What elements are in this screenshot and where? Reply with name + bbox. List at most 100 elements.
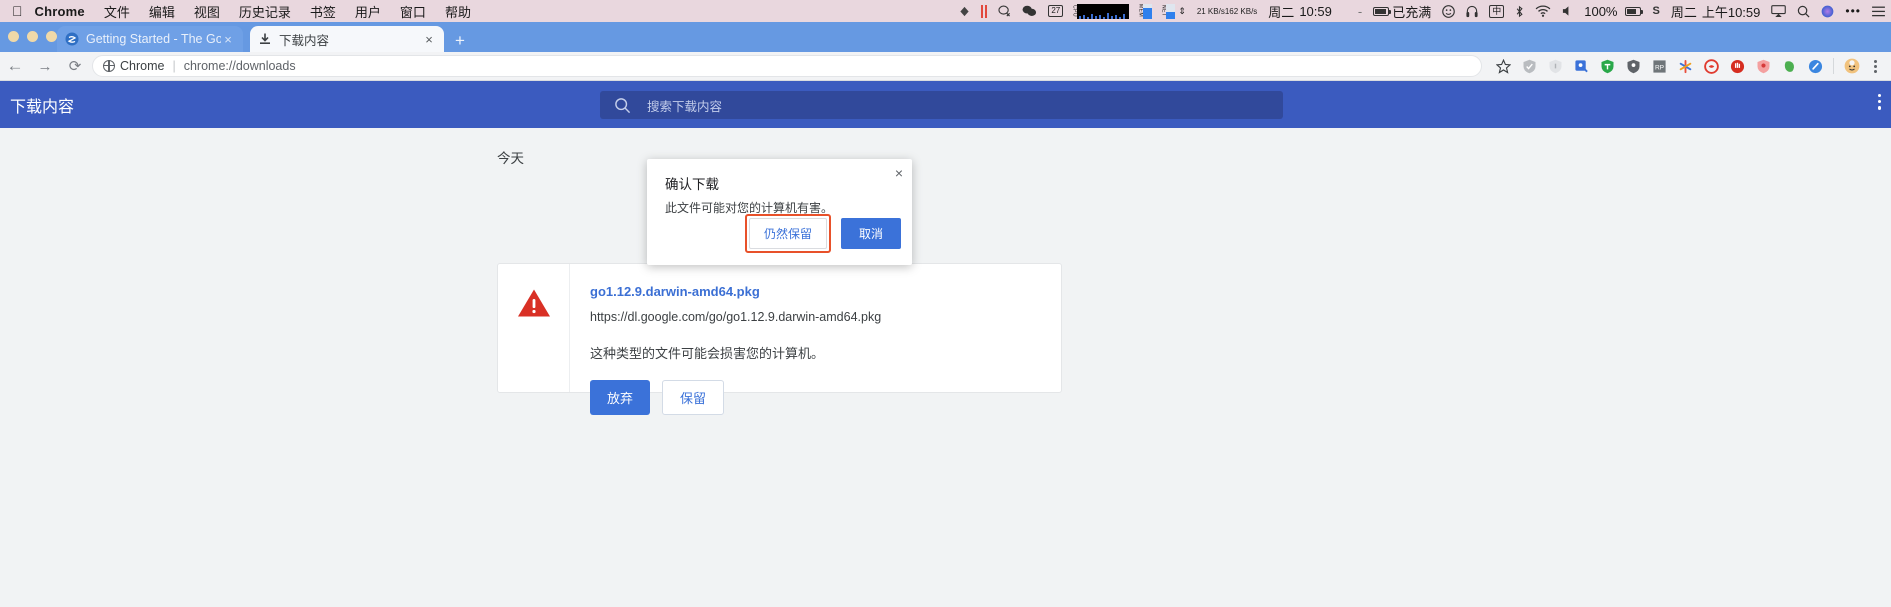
ime-label: 中	[1492, 5, 1502, 16]
battery-label: 已充满	[1392, 4, 1432, 20]
blue-doc-icon[interactable]	[1568, 56, 1594, 76]
address-bar[interactable]: Chrome | chrome://downloads	[92, 55, 1482, 77]
tab-close-icon[interactable]: ×	[221, 33, 235, 46]
new-tab-button[interactable]: +	[455, 32, 465, 49]
keep-anyway-button[interactable]: 仍然保留	[748, 218, 827, 249]
menubar-day[interactable]: 周二	[1268, 2, 1294, 21]
svg-text:RP: RP	[1654, 64, 1664, 71]
shield-grey-icon[interactable]	[1516, 56, 1542, 76]
airplay-icon[interactable]	[1771, 5, 1787, 17]
shield-light-icon[interactable]	[1542, 56, 1568, 76]
dark-shield-icon[interactable]	[1620, 56, 1646, 76]
red-stop-icon[interactable]	[1724, 56, 1750, 76]
green-shield-icon[interactable]	[1594, 56, 1620, 76]
menu-file[interactable]: 文件	[104, 2, 130, 21]
lasso-icon[interactable]	[998, 5, 1011, 17]
sogou-icon[interactable]: S	[1652, 5, 1659, 17]
minimize-window-button[interactable]	[27, 31, 38, 42]
blue-pen-icon[interactable]	[1802, 56, 1828, 76]
keep-button[interactable]: 保留	[662, 380, 725, 415]
tab-downloads[interactable]: 下载内容 ×	[250, 26, 444, 52]
confirm-download-dialog: × 确认下载 此文件可能对您的计算机有害。 仍然保留 取消	[647, 159, 912, 265]
upload-speed: 21 KB/s	[1196, 6, 1225, 16]
net-bar	[1166, 3, 1176, 19]
menubar-time-24h[interactable]: 10:59	[1299, 4, 1332, 19]
battery-status[interactable]: 已充满	[1373, 2, 1431, 21]
tab-title: 下载内容	[279, 33, 330, 48]
memory-monitor[interactable]: MEM	[1137, 3, 1153, 19]
menu-edit[interactable]: 编辑	[149, 2, 175, 21]
download-speed: 162 KB/s	[1224, 6, 1258, 16]
rp-square-icon[interactable]: RP	[1646, 56, 1672, 76]
chrome-menu-icon[interactable]	[1865, 59, 1885, 73]
menu-people[interactable]: 用户	[355, 2, 381, 21]
spotlight-search-icon[interactable]	[1797, 5, 1810, 18]
apple-icon[interactable]: 	[12, 4, 23, 18]
menu-window[interactable]: 窗口	[400, 2, 426, 21]
volume-icon[interactable]	[1562, 5, 1573, 17]
menu-bookmarks[interactable]: 书签	[310, 2, 336, 21]
menu-chrome[interactable]: Chrome	[35, 4, 85, 19]
cpu-monitor[interactable]: CPU	[1071, 3, 1130, 19]
download-warning-message: 这种类型的文件可能会损害您的计算机。	[590, 346, 825, 361]
dialog-actions: 仍然保留 取消	[744, 214, 901, 253]
control-center-icon[interactable]: •••	[1845, 4, 1861, 18]
battery-charging-shape	[1625, 6, 1644, 16]
browser-toolbar: ← → ⟳ Chrome | chrome://downloads RP	[0, 52, 1891, 81]
globe-icon	[102, 59, 116, 73]
battery-percent[interactable]: 100%	[1584, 4, 1617, 19]
siri-icon[interactable]	[1821, 5, 1834, 18]
omnibox-divider: |	[172, 59, 176, 73]
discard-button[interactable]: 放弃	[590, 380, 651, 415]
reload-button[interactable]: ⟳	[60, 57, 90, 75]
close-icon[interactable]: ×	[895, 166, 903, 180]
forward-button[interactable]: →	[30, 58, 60, 75]
tab-close-icon[interactable]: ×	[422, 33, 436, 46]
menu-history[interactable]: 历史记录	[239, 2, 291, 21]
wifi-icon[interactable]	[1535, 5, 1551, 17]
search-input[interactable]: 搜索下载内容	[647, 96, 722, 115]
back-button[interactable]: ←	[0, 56, 30, 76]
download-filename-link[interactable]: go1.12.9.darwin-amd64.pkg	[590, 284, 1061, 299]
bookmark-star-icon[interactable]	[1490, 56, 1516, 76]
maximize-window-button[interactable]	[46, 31, 57, 42]
audio-meter-icon[interactable]	[981, 4, 988, 18]
pink-shield-icon[interactable]	[1750, 56, 1776, 76]
tab-getting-started[interactable]: Getting Started - The Go Prog ×	[57, 26, 243, 52]
smiley-icon[interactable]	[1442, 4, 1456, 18]
calendar-date-badge[interactable]: 27	[1048, 5, 1064, 17]
profile-avatar[interactable]	[1839, 56, 1865, 76]
downloads-header: 下载内容 搜索下载内容	[0, 81, 1891, 128]
downloads-page: 下载内容 搜索下载内容 今天 go1.12.9.darwin-amd64.pkg…	[0, 81, 1891, 607]
evernote-elephant-icon[interactable]	[1776, 56, 1802, 76]
menubar-time-12h[interactable]: 上午10:59	[1702, 2, 1761, 21]
menu-help[interactable]: 帮助	[445, 2, 471, 21]
menubar-dash: -	[1357, 3, 1363, 19]
menu-view[interactable]: 视图	[194, 2, 220, 21]
mem-bar	[1143, 3, 1153, 19]
network-monitor[interactable]: NET ⇕	[1160, 3, 1186, 19]
colorful-asterisk-icon[interactable]	[1672, 56, 1698, 76]
wechat-icon[interactable]	[1022, 5, 1037, 17]
site-info-icon[interactable]: Chrome	[102, 59, 164, 73]
net-arrows-icon: ⇕	[1178, 5, 1186, 16]
go-gopher-icon	[65, 32, 79, 46]
menubar-day-2[interactable]: 周二	[1671, 2, 1697, 21]
window-traffic-lights[interactable]	[8, 31, 57, 42]
cancel-button[interactable]: 取消	[840, 218, 901, 249]
omnibox-url: chrome://downloads	[183, 59, 296, 73]
tab-strip: Getting Started - The Go Prog × 下载内容 × +	[0, 22, 1891, 52]
notification-center-icon[interactable]	[1872, 6, 1885, 17]
red-circle-icon[interactable]	[1698, 56, 1724, 76]
bluetooth-icon[interactable]	[1515, 5, 1524, 18]
close-window-button[interactable]	[8, 31, 19, 42]
battery-charging-icon[interactable]	[1625, 6, 1644, 16]
dropbox-icon[interactable]	[959, 6, 970, 17]
headphones-icon[interactable]	[1466, 5, 1478, 18]
downloads-search-box[interactable]: 搜索下载内容	[600, 91, 1283, 119]
download-day-group-label: 今天	[497, 151, 524, 166]
ime-input-icon[interactable]: 中	[1489, 4, 1505, 18]
dialog-title: 确认下载	[665, 177, 719, 192]
download-item-card: go1.12.9.darwin-amd64.pkg https://dl.goo…	[497, 263, 1062, 415]
downloads-more-icon[interactable]	[1877, 94, 1881, 110]
